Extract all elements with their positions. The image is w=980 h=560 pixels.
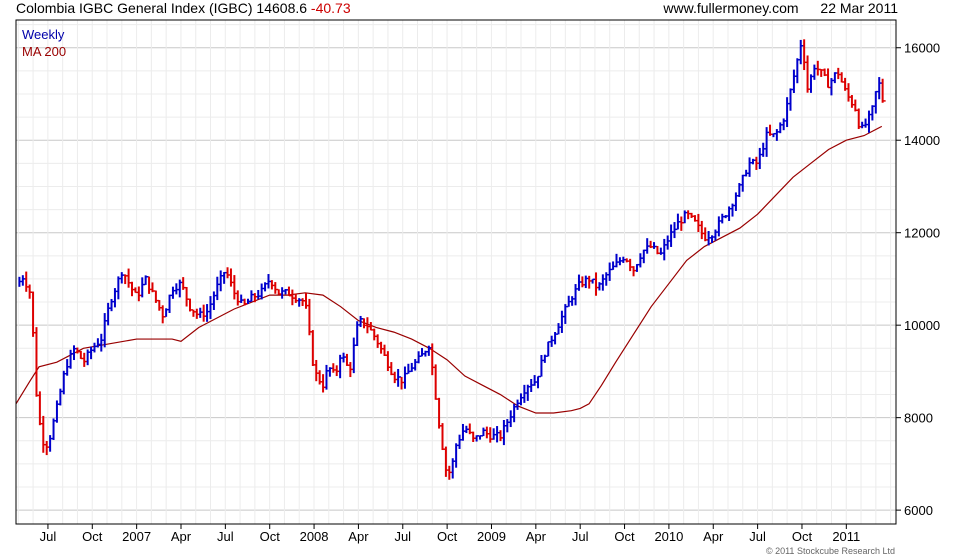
x-tick-label: 2010 [654, 529, 683, 544]
y-tick-label: 10000 [904, 318, 940, 333]
x-tick-label: Oct [792, 529, 813, 544]
y-tick-label: 8000 [904, 411, 933, 426]
y-axis: 6000 8000 10000 12000 14000 16000 [896, 41, 940, 518]
ma-200-line [15, 125, 883, 414]
legend-weekly: Weekly [22, 27, 65, 42]
x-tick-label: Oct [82, 529, 103, 544]
x-tick-label: Oct [437, 529, 458, 544]
x-tick-label: Jul [394, 529, 411, 544]
x-tick-label: Jul [749, 529, 766, 544]
x-tick-label: 2011 [832, 529, 860, 544]
x-tick-label: Jul [217, 529, 234, 544]
x-tick-label: 2008 [300, 529, 329, 544]
y-tick-label: 14000 [904, 133, 940, 148]
x-tick-label: Apr [703, 529, 724, 544]
x-tick-label: 2009 [477, 529, 506, 544]
weekly-bars [18, 39, 886, 480]
x-tick-label: Apr [171, 529, 192, 544]
x-tick-label: Jul [40, 529, 57, 544]
y-tick-label: 12000 [904, 226, 940, 241]
ma-200-path [15, 125, 883, 414]
x-tick-label: 2007 [122, 529, 151, 544]
x-axis: Jul Oct 2007 Apr Jul Oct 2008 Apr Jul Oct 2009 Apr J… [40, 524, 860, 544]
copyright: © 2011 Stockcube Research Ltd [766, 546, 895, 556]
legend-ma200: MA 200 [22, 44, 66, 59]
y-tick-label: 6000 [904, 503, 933, 518]
x-tick-label: Apr [526, 529, 547, 544]
x-tick-label: Oct [260, 529, 281, 544]
y-tick-label: 16000 [904, 41, 940, 56]
x-tick-label: Jul [572, 529, 589, 544]
x-tick-label: Oct [614, 529, 635, 544]
price-chart: 6000 8000 10000 12000 14000 16000 Jul Oct 2007 A… [15, 19, 940, 556]
x-tick-label: Apr [348, 529, 369, 544]
